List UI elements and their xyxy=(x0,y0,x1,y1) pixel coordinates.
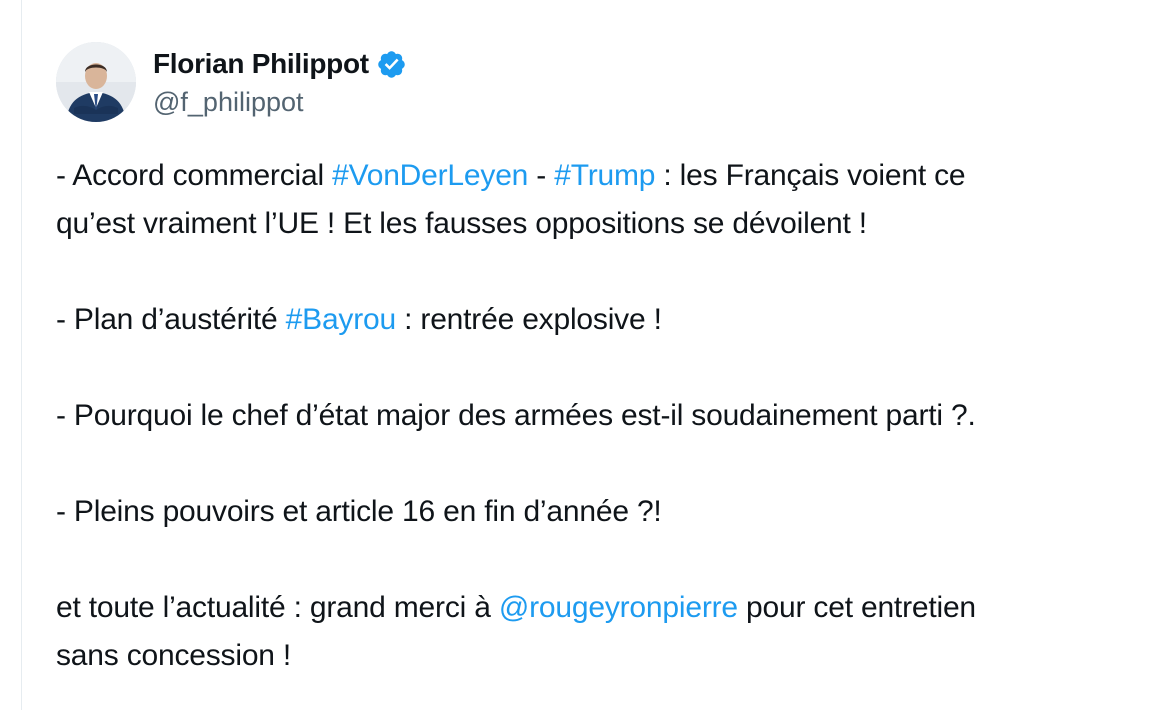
hashtag-vonderleyen[interactable]: #VonDerLeyen xyxy=(332,159,528,192)
mention-rougeyronpierre[interactable]: @rougeyronpierre xyxy=(499,591,738,624)
paragraph-trade-deal: - Accord commercial #VonDerLeyen - #Trum… xyxy=(56,152,1150,248)
paragraph-austerity: - Plan d’austérité #Bayrou : rentrée exp… xyxy=(56,296,1150,344)
text-span: - Pleins pouvoirs et article 16 en fin d… xyxy=(56,495,662,528)
paragraph-thanks: et toute l’actualité : grand merci à @ro… xyxy=(56,584,1150,680)
thread-border xyxy=(21,0,22,710)
text-span: - Plan d’austérité xyxy=(56,303,286,336)
text-span: - Pourquoi le chef d’état major des armé… xyxy=(56,399,976,432)
text-span: - xyxy=(528,159,555,192)
paragraph-chief-of-staff: - Pourquoi le chef d’état major des armé… xyxy=(56,392,1150,440)
name-row: Florian Philippot xyxy=(153,44,407,84)
handle[interactable]: @f_philippot xyxy=(153,84,407,120)
text-span: et toute l’actualité : grand merci à xyxy=(56,591,499,624)
paragraph-article-16: - Pleins pouvoirs et article 16 en fin d… xyxy=(56,488,1150,536)
text-span: - Accord commercial xyxy=(56,159,333,192)
text-span: pour cet entretien xyxy=(737,591,976,624)
verified-badge-icon[interactable] xyxy=(376,49,407,80)
tweet-text: - Accord commercial #VonDerLeyen - #Trum… xyxy=(56,152,1150,680)
text-span: : les Français voient ce xyxy=(655,159,966,192)
author-info: Florian Philippot @f_philippot xyxy=(153,44,407,120)
text-span: sans concession ! xyxy=(56,639,292,672)
avatar[interactable] xyxy=(56,42,136,122)
hashtag-trump[interactable]: #Trump xyxy=(554,159,655,192)
tweet-card: Florian Philippot @f_philippot - Accord … xyxy=(0,0,1150,710)
avatar-photo-icon xyxy=(56,42,136,122)
tweet-header: Florian Philippot @f_philippot xyxy=(56,42,407,122)
text-span: : rentrée explosive ! xyxy=(396,303,662,336)
hashtag-bayrou[interactable]: #Bayrou xyxy=(286,303,397,336)
text-span: qu’est vraiment l’UE ! Et les fausses op… xyxy=(56,207,867,240)
display-name[interactable]: Florian Philippot xyxy=(153,48,369,80)
